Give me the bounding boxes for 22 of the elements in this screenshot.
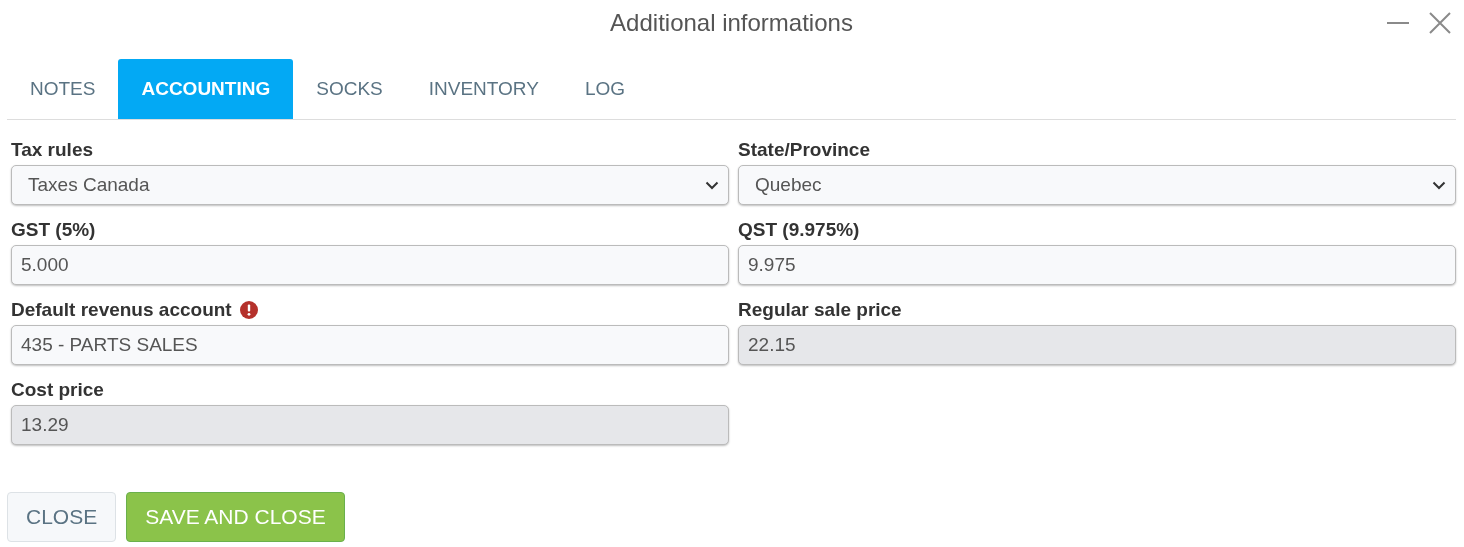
- close-button[interactable]: CLOSE: [7, 492, 117, 542]
- input-field[interactable]: 5.000: [11, 245, 729, 285]
- field-label: State/Province: [738, 139, 870, 161]
- tab[interactable]: INVENTORY: [405, 59, 562, 119]
- chevron-icon: [1432, 180, 1446, 190]
- input-field[interactable]: 9.975: [738, 245, 1456, 285]
- tab[interactable]: LOG: [561, 59, 649, 119]
- field-label: Regular sale price: [738, 299, 902, 321]
- select-field[interactable]: Taxes Canada: [11, 165, 729, 205]
- field-label: Tax rules: [11, 139, 94, 161]
- field-label: Default revenus account: [11, 299, 232, 321]
- field-label: QST (9.975%): [738, 219, 860, 241]
- close-icon[interactable]: [1429, 12, 1451, 34]
- select-field[interactable]: Quebec: [738, 165, 1456, 205]
- tab[interactable]: SOCKS: [293, 59, 406, 119]
- minimize-icon[interactable]: [1387, 21, 1409, 25]
- window-title: Additional informations: [610, 8, 853, 37]
- field-label: GST (5%): [11, 219, 96, 241]
- chevron-icon: [705, 180, 719, 190]
- input-field[interactable]: 435 - PARTS SALES: [11, 325, 729, 365]
- field-label: Cost price: [11, 379, 104, 401]
- tab[interactable]: NOTES: [7, 59, 119, 119]
